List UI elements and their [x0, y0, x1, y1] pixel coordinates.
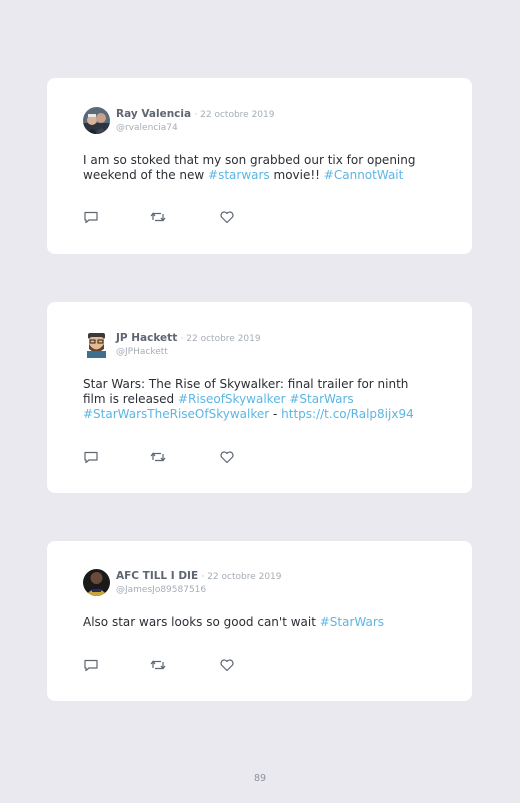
tweet-text-segment: Also star wars looks so good can't wait — [83, 615, 320, 629]
page-number: 89 — [253, 773, 267, 784]
hashtag-link[interactable]: #starwars — [208, 168, 270, 182]
hashtag-link[interactable]: #StarWars — [320, 615, 384, 629]
avatar[interactable] — [83, 569, 110, 596]
author-name[interactable]: JP Hackett — [116, 332, 177, 344]
tweet-date: · 22 octobre 2019 — [180, 334, 261, 344]
reply-icon[interactable] — [83, 450, 99, 464]
afc-shirt-avatar-icon — [83, 569, 110, 596]
tweet-date: · 22 octobre 2019 — [194, 110, 275, 120]
like-icon[interactable] — [219, 210, 235, 224]
retweet-icon[interactable] — [150, 450, 166, 464]
avatar[interactable] — [83, 107, 110, 134]
tweet-card: AFC TILL I DIE · 22 octobre 2019 @JamesJ… — [47, 541, 472, 701]
avatar[interactable] — [83, 331, 110, 358]
cartoon-avatar-icon — [83, 331, 110, 358]
hashtag-link[interactable]: #RiseofSkywalker — [178, 392, 286, 406]
author-handle[interactable]: @JPHackett — [116, 346, 261, 358]
tweet-text-segment: movie!! — [269, 168, 324, 182]
hashtag-link[interactable]: #StarWars — [289, 392, 353, 406]
tweet-text: I am so stoked that my son grabbed our t… — [83, 153, 428, 183]
tweet-card: JP Hackett · 22 octobre 2019 @JPHackett … — [47, 302, 472, 493]
tweet-date: · 22 octobre 2019 — [201, 572, 282, 582]
retweet-icon[interactable] — [150, 658, 166, 672]
like-icon[interactable] — [219, 450, 235, 464]
profile-photo-icon — [83, 107, 110, 134]
tweet-text: Also star wars looks so good can't wait … — [83, 615, 428, 630]
tweet-text: Star Wars: The Rise of Skywalker: final … — [83, 377, 428, 422]
tweet-text-segment: - — [269, 407, 282, 421]
author-handle[interactable]: @JamesJo89587516 — [116, 584, 282, 596]
url-link[interactable]: https://t.co/Ralp8ijx94 — [281, 407, 414, 421]
author-name[interactable]: Ray Valencia — [116, 108, 191, 120]
reply-icon[interactable] — [83, 210, 99, 224]
tweet-card: Ray Valencia · 22 octobre 2019 @rvalenci… — [47, 78, 472, 254]
like-icon[interactable] — [219, 658, 235, 672]
hashtag-link[interactable]: #CannotWait — [324, 168, 404, 182]
hashtag-link[interactable]: #StarWarsTheRiseOfSkywalker — [83, 407, 269, 421]
author-handle[interactable]: @rvalencia74 — [116, 122, 274, 134]
author-name[interactable]: AFC TILL I DIE — [116, 570, 198, 582]
reply-icon[interactable] — [83, 658, 99, 672]
retweet-icon[interactable] — [150, 210, 166, 224]
